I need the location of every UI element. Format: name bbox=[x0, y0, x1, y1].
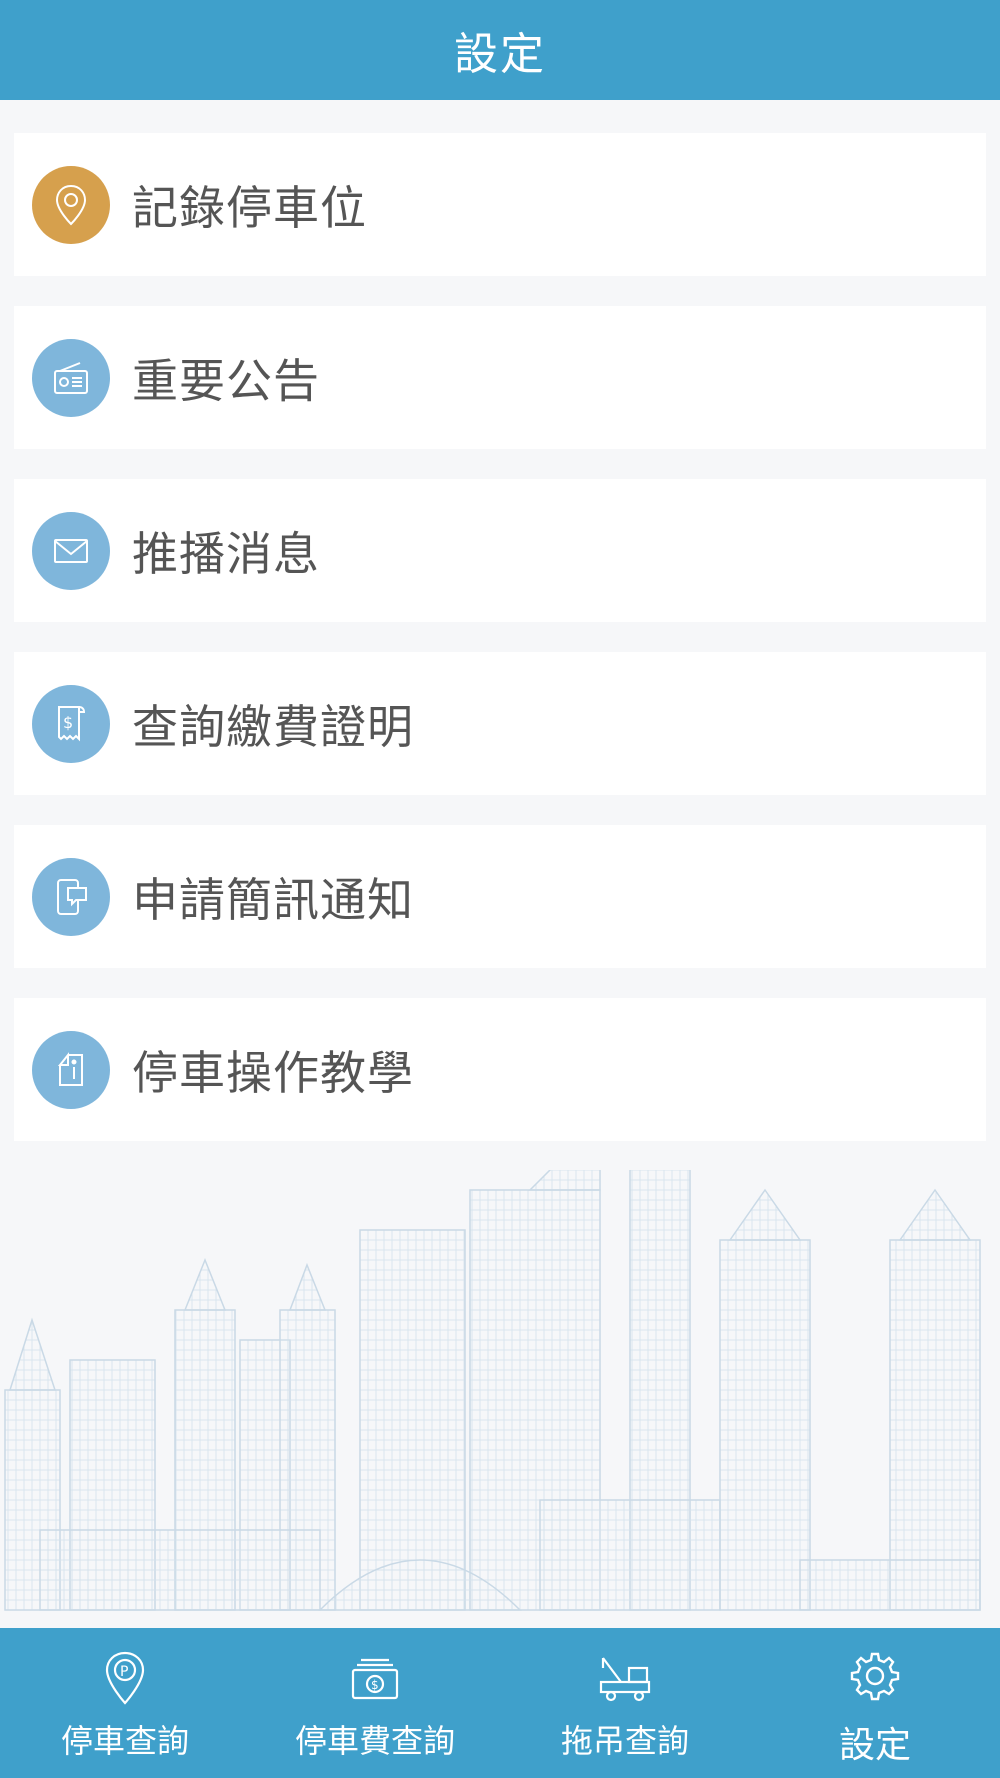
receipt-icon: $ bbox=[32, 684, 110, 763]
tab-label: 停車查詢 bbox=[60, 1722, 189, 1760]
tab-settings[interactable]: 設定 bbox=[750, 1628, 1000, 1778]
menu-item-sms-notification[interactable]: 申請簡訊通知 bbox=[14, 825, 986, 968]
radio-icon bbox=[32, 338, 110, 417]
menu-item-label: 查詢繳費證明 bbox=[132, 699, 414, 754]
menu-item-push-messages[interactable]: 推播消息 bbox=[14, 479, 986, 622]
menu-item-label: 記錄停車位 bbox=[132, 180, 367, 235]
tab-label: 設定 bbox=[838, 1725, 911, 1766]
menu-item-label: 重要公告 bbox=[132, 353, 320, 408]
svg-text:$: $ bbox=[63, 713, 73, 732]
phone-message-icon bbox=[32, 857, 110, 936]
tab-label: 停車費查詢 bbox=[294, 1722, 455, 1760]
settings-menu: 記錄停車位 重要公告 推播消息 $ 查詢繳費證明 申請簡訊通知 停車操作教學 bbox=[14, 133, 986, 1171]
menu-item-label: 申請簡訊通知 bbox=[132, 872, 414, 927]
page-title: 設定 bbox=[454, 29, 546, 80]
app-header: 設定 bbox=[0, 0, 1000, 100]
menu-item-payment-proof[interactable]: $ 查詢繳費證明 bbox=[14, 652, 986, 795]
info-booklet-icon bbox=[32, 1030, 110, 1109]
money-icon: $ bbox=[351, 1658, 399, 1700]
gear-icon bbox=[850, 1652, 900, 1701]
tab-parking-search[interactable]: P 停車查詢 bbox=[0, 1628, 250, 1778]
menu-item-parking-tutorial[interactable]: 停車操作教學 bbox=[14, 998, 986, 1141]
bottom-tab-bar: P 停車查詢 $ 停車費查詢 拖吊查詢 設定 bbox=[0, 1628, 1000, 1778]
location-pin-icon bbox=[32, 165, 110, 244]
menu-item-announcements[interactable]: 重要公告 bbox=[14, 306, 986, 449]
envelope-icon bbox=[32, 511, 110, 590]
svg-text:P: P bbox=[120, 1664, 128, 1680]
tab-label: 拖吊查詢 bbox=[560, 1722, 689, 1760]
svg-text:$: $ bbox=[371, 1678, 379, 1692]
menu-item-record-parking[interactable]: 記錄停車位 bbox=[14, 133, 986, 276]
menu-item-label: 推播消息 bbox=[132, 526, 320, 581]
tow-truck-icon bbox=[599, 1657, 651, 1702]
city-skyline-illustration bbox=[4, 1170, 981, 1611]
tab-towing-search[interactable]: 拖吊查詢 bbox=[500, 1628, 750, 1778]
menu-item-label: 停車操作教學 bbox=[132, 1045, 414, 1100]
parking-pin-icon: P bbox=[105, 1651, 145, 1705]
tab-parking-fee-search[interactable]: $ 停車費查詢 bbox=[250, 1628, 500, 1778]
